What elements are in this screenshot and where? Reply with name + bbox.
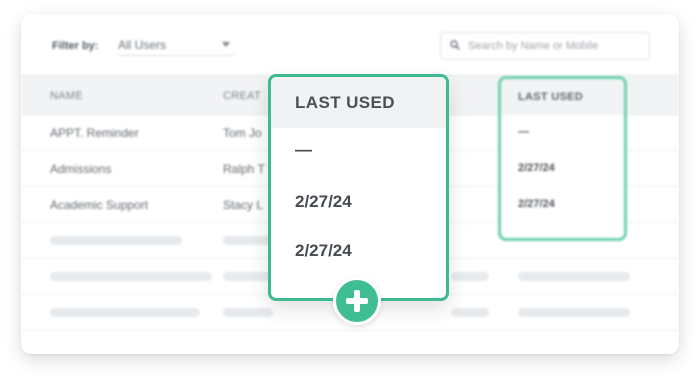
last-used-value: — [518, 126, 529, 138]
skeleton-bar [451, 272, 489, 281]
column-header-last-used[interactable]: LAST USED [518, 91, 583, 103]
skeleton-bar [223, 236, 273, 245]
skeleton-bar [50, 272, 212, 281]
search-box[interactable] [440, 32, 650, 60]
callout-value: 2/27/24 [295, 192, 352, 211]
last-used-value: 2/27/24 [518, 198, 555, 210]
filter-dropdown[interactable]: All Users [118, 38, 234, 56]
skeleton-bar [518, 308, 630, 317]
last-used-column-header: LAST USED [501, 79, 624, 115]
row-created-by: Ralph T [223, 162, 265, 176]
skeleton-bar [223, 272, 273, 281]
row-created-by: Stacy L [223, 198, 264, 212]
search-input[interactable] [468, 38, 644, 54]
filter-label: Filter by: [52, 40, 99, 52]
skeleton-bar [451, 308, 489, 317]
skeleton-bar [223, 308, 273, 317]
last-used-zoom-callout: LAST USED — 2/27/24 2/27/24 [268, 74, 449, 301]
skeleton-bar [50, 308, 200, 317]
last-used-value: 2/27/24 [518, 162, 555, 174]
row-name: APPT. Reminder [50, 126, 139, 140]
filter-selected-value: All Users [118, 38, 167, 52]
last-used-column-highlight: LAST USED — 2/27/24 2/27/24 [498, 76, 627, 241]
skeleton-bar [518, 272, 630, 281]
callout-header: LAST USED [271, 77, 446, 128]
row-name: Academic Support [50, 198, 149, 212]
chevron-down-icon [222, 42, 230, 47]
callout-title: LAST USED [295, 93, 395, 112]
row-created-by: Tom Jo [223, 126, 262, 140]
search-icon [450, 40, 460, 50]
add-button[interactable] [333, 277, 381, 325]
skeleton-bar [50, 236, 182, 245]
callout-value: 2/27/24 [295, 241, 352, 260]
row-name: Admissions [50, 162, 112, 176]
callout-value: — [295, 140, 312, 159]
column-header-created[interactable]: CREAT [223, 90, 261, 102]
column-header-name[interactable]: NAME [50, 90, 83, 102]
